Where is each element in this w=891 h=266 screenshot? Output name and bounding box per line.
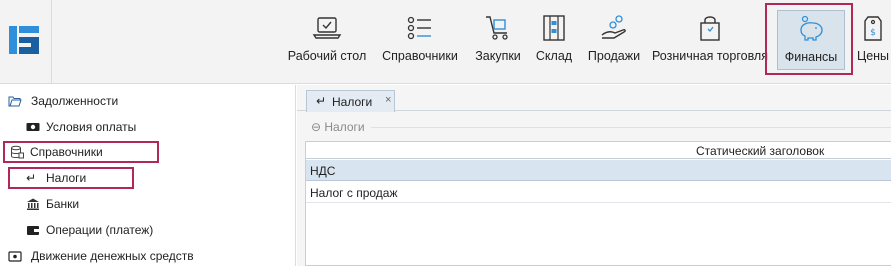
table-cell: Налог с продаж: [310, 186, 398, 200]
return-arrow-icon: ↵: [316, 94, 327, 108]
sidebar-item-label: Банки: [46, 197, 80, 211]
toolbar-purchases-label: Закупки: [475, 49, 521, 63]
sidebar-item-payment-operations[interactable]: Операции (платеж): [26, 218, 246, 242]
return-arrow-icon: ↵: [26, 171, 37, 185]
price-tag-icon: $: [864, 16, 882, 41]
table-cell: НДС: [310, 164, 336, 178]
sidebar-item-label: Операции (платеж): [46, 223, 154, 237]
toolbar-references-label: Справочники: [382, 49, 458, 63]
sidebar: Задолженности Условия оплаты Справочники…: [0, 85, 296, 266]
cart-icon: [486, 16, 508, 40]
finance-highlight-box: [765, 3, 853, 75]
sidebar-item-payment-terms[interactable]: Условия оплаты: [26, 115, 286, 139]
sidebar-item-label: Условия оплаты: [46, 120, 137, 134]
table-row[interactable]: НДС: [306, 160, 891, 181]
group-divider: [371, 127, 891, 128]
sidebar-item-references[interactable]: Справочники: [10, 140, 160, 164]
grid-column-header[interactable]: Статический заголовок: [306, 142, 891, 159]
toolbar-references[interactable]: Справочники: [378, 8, 462, 76]
toolbar-sales[interactable]: Продажи: [584, 8, 644, 76]
money-flow-icon: [8, 251, 22, 262]
toolbar-warehouse[interactable]: Склад: [532, 8, 576, 76]
sidebar-item-cash-flow[interactable]: Движение денежных средств: [8, 244, 288, 266]
toolbar-retail-label: Розничная торговля: [652, 49, 768, 63]
svg-text:$: $: [870, 28, 876, 38]
warehouse-icon: [543, 15, 565, 41]
sidebar-item-label: Справочники: [30, 145, 103, 159]
toolbar-desktop-label: Рабочий стол: [287, 49, 367, 63]
hand-coins-icon: [601, 15, 626, 39]
toolbar-purchases[interactable]: Закупки: [471, 8, 525, 76]
column-header-label: Статический заголовок: [696, 144, 825, 158]
sidebar-item-banks[interactable]: Банки: [26, 192, 226, 216]
logo-icon: [9, 26, 39, 54]
taxes-grid: Статический заголовок НДС Налог с продаж: [305, 141, 891, 266]
folder-open-icon: [8, 96, 22, 107]
wallet-icon: [27, 226, 39, 235]
sidebar-item-label: Налоги: [46, 171, 87, 185]
laptop-icon: [312, 17, 342, 39]
app-logo[interactable]: [0, 0, 52, 84]
group-header-taxes[interactable]: ⊖ Налоги: [311, 120, 365, 134]
toolbar-sales-label: Продажи: [587, 49, 641, 63]
close-icon[interactable]: ×: [385, 94, 391, 106]
toolbar-prices[interactable]: $ Цены: [855, 8, 891, 76]
tab-label: Налоги: [332, 95, 373, 109]
sidebar-item-debts[interactable]: Задолженности: [8, 89, 288, 113]
top-toolbar: Рабочий стол Справочники Закупки Склад П…: [0, 0, 891, 84]
cash-icon: [26, 123, 40, 131]
toolbar-warehouse-label: Склад: [535, 49, 573, 63]
table-row[interactable]: Налог с продаж: [306, 182, 891, 203]
toolbar-desktop[interactable]: Рабочий стол: [287, 8, 367, 76]
toolbar-retail[interactable]: Розничная торговля: [652, 8, 768, 76]
database-icon: [11, 145, 24, 159]
list-icon: [407, 16, 431, 40]
toolbar-prices-label: Цены: [856, 49, 890, 63]
sidebar-item-taxes[interactable]: ↵ Налоги: [26, 166, 126, 190]
tab-strip: ↵ Налоги ×: [297, 85, 891, 112]
shopping-bag-icon: [700, 16, 720, 41]
main-panel: ↵ Налоги × ⊖ Налоги Статический заголово…: [297, 85, 891, 266]
sidebar-item-label: Движение денежных средств: [31, 249, 194, 263]
tab-taxes[interactable]: ↵ Налоги ×: [306, 90, 395, 112]
bank-icon: [27, 198, 39, 210]
sidebar-item-label: Задолженности: [31, 94, 119, 108]
